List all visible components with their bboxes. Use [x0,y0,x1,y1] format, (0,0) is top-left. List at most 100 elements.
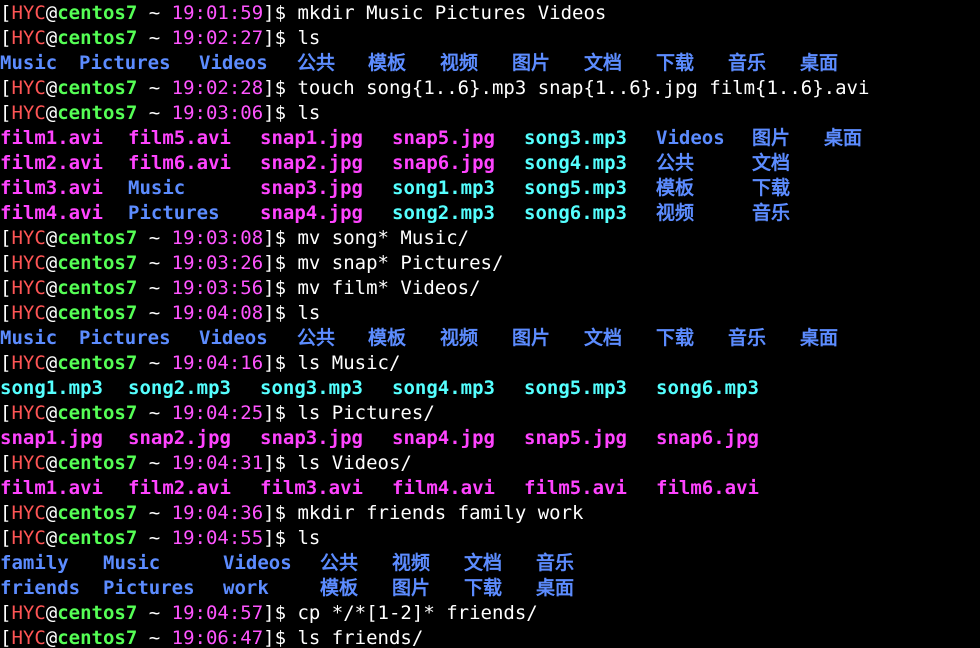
file-entry: song3.mp3 [524,127,627,149]
command-text: cp */*[1-2]* friends/ [297,602,538,624]
prompt-bracket-open: [ [0,402,12,424]
directory-entry: Pictures [128,202,220,224]
prompt-bracket-open: [ [0,502,12,524]
command-text: mv film* Videos/ [297,277,481,299]
command-text: mkdir Music Pictures Videos [297,2,607,24]
directory-entry: 视频 [392,552,431,574]
command-text: mv song* Music/ [297,227,470,249]
prompt-user: HYC [11,352,46,374]
directory-entry: 模板 [368,327,407,349]
prompt-line: [HYC@centos7 ~ 19:02:28]$ touch song{1..… [0,76,980,101]
file-entry: film3.avi [0,177,103,199]
prompt-user: HYC [11,527,46,549]
prompt-time: 19:03:56 [171,277,264,299]
command-text: ls Music/ [297,352,401,374]
file-entry: snap4.jpg [260,202,363,224]
prompt-time: 19:03:26 [171,252,264,274]
prompt-bracket-close: ]$ [263,27,298,49]
prompt-line: [HYC@centos7 ~ 19:04:57]$ cp */*[1-2]* f… [0,601,980,626]
prompt-at: @ [45,102,58,124]
prompt-bracket-close: ]$ [263,77,298,99]
ls-output-line: friends Pictures work 模板 图片 下载 桌面 [0,576,980,601]
prompt-time: 19:06:47 [171,627,264,648]
prompt-at: @ [45,452,58,474]
ls-output-line: family Music Videos 公共 视频 文档 音乐 [0,551,980,576]
prompt-cwd: ~ [137,277,172,299]
directory-entry: Videos [223,552,292,574]
ls-output-line: Music Pictures Videos 公共 模板 视频 图片 文档 下载 音乐 桌面 [0,51,980,76]
prompt-host: centos7 [57,252,138,274]
directory-entry: Pictures [103,577,195,599]
prompt-bracket-close: ]$ [263,602,298,624]
directory-entry: Videos [199,52,268,74]
command-text: ls [297,102,321,124]
directory-entry: 文档 [584,327,623,349]
command-text: ls [297,27,321,49]
prompt-cwd: ~ [137,227,172,249]
terminal-window[interactable]: [HYC@centos7 ~ 19:01:59]$ mkdir Music Pi… [0,0,980,648]
directory-entry: work [223,577,269,599]
prompt-bracket-open: [ [0,227,12,249]
prompt-bracket-close: ]$ [263,252,298,274]
prompt-bracket-open: [ [0,452,12,474]
command-text: ls [297,302,321,324]
prompt-at: @ [45,27,58,49]
prompt-line: [HYC@centos7 ~ 19:04:16]$ ls Music/ [0,351,980,376]
prompt-user: HYC [11,77,46,99]
prompt-user: HYC [11,452,46,474]
prompt-at: @ [45,2,58,24]
ls-output-line: Music Pictures Videos 公共 模板 视频 图片 文档 下载 音乐 桌面 [0,326,980,351]
prompt-host: centos7 [57,27,138,49]
prompt-bracket-close: ]$ [263,452,298,474]
prompt-cwd: ~ [137,627,172,648]
ls-output-line: snap1.jpg snap2.jpg snap3.jpg snap4.jpg snap… [0,426,980,451]
prompt-host: centos7 [57,77,138,99]
prompt-line: [HYC@centos7 ~ 19:03:08]$ mv song* Music… [0,226,980,251]
prompt-line: [HYC@centos7 ~ 19:04:55]$ ls [0,526,980,551]
prompt-time: 19:03:06 [171,102,264,124]
file-entry: snap1.jpg [0,427,103,449]
prompt-line: [HYC@centos7 ~ 19:04:31]$ ls Videos/ [0,451,980,476]
directory-entry: 桌面 [824,127,863,149]
directory-entry: 视频 [440,327,479,349]
directory-entry: Music [0,52,58,74]
prompt-user: HYC [11,502,46,524]
prompt-host: centos7 [57,2,138,24]
directory-entry: 模板 [656,177,695,199]
prompt-user: HYC [11,252,46,274]
prompt-at: @ [45,602,58,624]
file-entry: film1.avi [0,477,103,499]
file-entry: film5.avi [524,477,627,499]
directory-entry: 下载 [752,177,791,199]
prompt-line: [HYC@centos7 ~ 19:03:26]$ mv snap* Pictu… [0,251,980,276]
prompt-bracket-close: ]$ [263,277,298,299]
prompt-at: @ [45,627,58,648]
directory-entry: Music [103,552,161,574]
command-text: ls Videos/ [297,452,412,474]
prompt-bracket-close: ]$ [263,402,298,424]
directory-entry: 视频 [656,202,695,224]
prompt-time: 19:04:57 [171,602,264,624]
prompt-line: [HYC@centos7 ~ 19:04:25]$ ls Pictures/ [0,401,980,426]
directory-entry: 图片 [392,577,431,599]
file-entry: song2.mp3 [128,377,231,399]
prompt-host: centos7 [57,627,138,648]
prompt-time: 19:04:25 [171,402,264,424]
prompt-at: @ [45,77,58,99]
prompt-user: HYC [11,277,46,299]
directory-entry: 图片 [512,327,551,349]
prompt-bracket-open: [ [0,2,12,24]
directory-entry: 公共 [297,327,336,349]
prompt-line: [HYC@centos7 ~ 19:04:36]$ mkdir friends … [0,501,980,526]
prompt-time: 19:01:59 [171,2,264,24]
file-entry: snap4.jpg [392,427,495,449]
file-entry: film6.avi [656,477,759,499]
file-entry: song5.mp3 [524,177,627,199]
prompt-cwd: ~ [137,77,172,99]
prompt-at: @ [45,352,58,374]
directory-entry: 公共 [320,552,359,574]
directory-entry: 文档 [464,552,503,574]
directory-entry: 下载 [656,327,695,349]
prompt-line: [HYC@centos7 ~ 19:03:06]$ ls [0,101,980,126]
directory-entry: Pictures [79,52,171,74]
